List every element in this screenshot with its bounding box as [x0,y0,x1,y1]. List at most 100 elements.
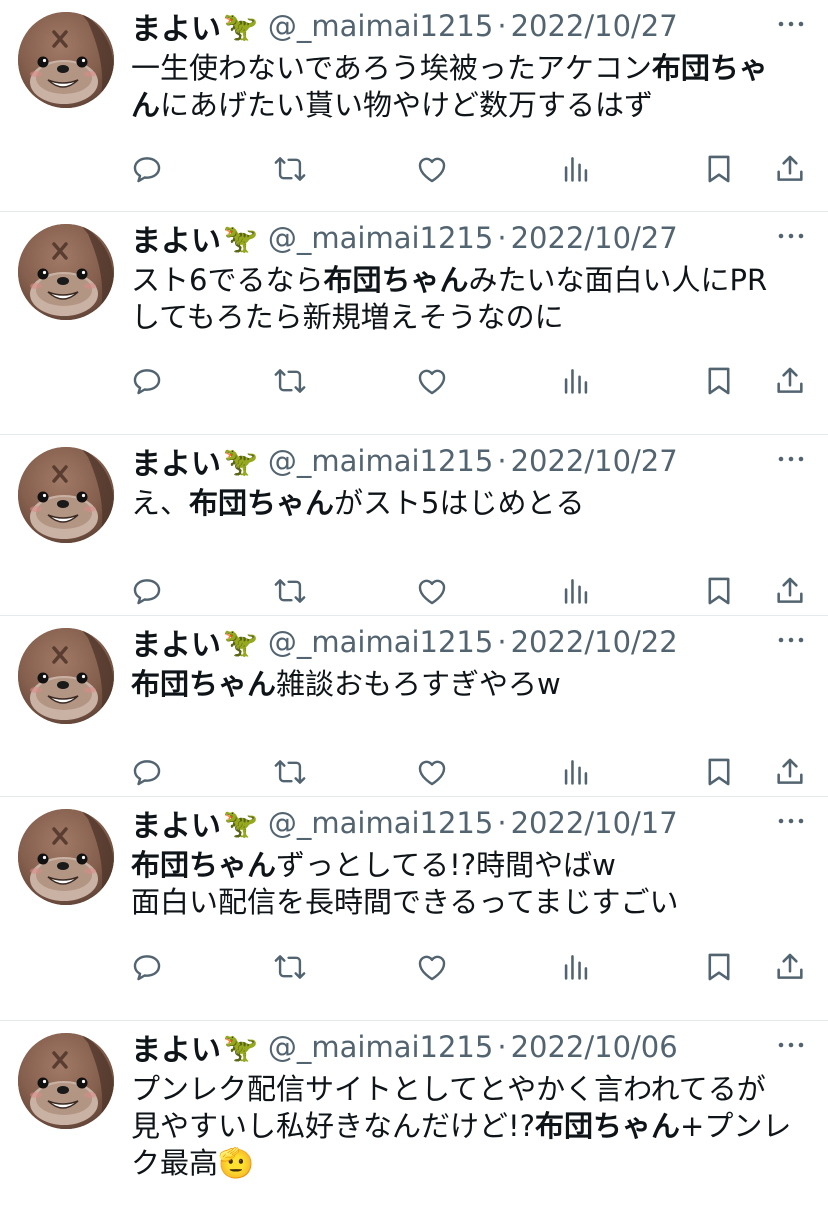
views-button[interactable] [556,361,596,401]
tweet[interactable]: まよい 🦖 @_maimai1215 · 2022/10/27 スト6でるなら布団ちゃんみ… [0,212,828,435]
text-segment: ク最高 [131,1146,219,1180]
tweet-date[interactable]: 2022/10/27 [511,221,678,255]
retweet-icon [273,950,307,984]
display-name[interactable]: まよい [131,620,221,664]
display-name[interactable]: まよい [131,439,221,483]
reply-button[interactable] [127,752,167,792]
avatar[interactable] [18,809,114,905]
tweet-text-line: 見やすいし私好きなんだけど!?布団ちゃん+プンレ [131,1108,800,1145]
text-segment: +プンレ [680,1109,792,1143]
tweet-date[interactable]: 2022/10/22 [511,625,678,659]
display-name[interactable]: まよい [131,216,221,260]
like-button[interactable] [412,149,452,189]
text-segment: 🫡 [218,1146,255,1180]
display-name[interactable]: まよい [131,4,221,48]
share-button[interactable] [770,361,810,401]
avatar[interactable] [18,447,114,543]
tweet-date[interactable]: 2022/10/27 [511,9,678,43]
user-handle[interactable]: @_maimai1215 [268,1030,493,1064]
bookmark-button[interactable] [699,571,739,611]
retweet-button[interactable] [270,947,310,987]
views-button[interactable] [556,752,596,792]
bookmark-button[interactable] [699,752,739,792]
separator-dot: · [497,625,507,659]
views-button[interactable] [556,571,596,611]
reply-button[interactable] [127,361,167,401]
reply-button[interactable] [127,571,167,611]
like-button[interactable] [412,361,452,401]
bookmark-button[interactable] [699,947,739,987]
text-segment: スト6でるなら [131,263,324,297]
avatar[interactable] [18,12,114,108]
tweet-date[interactable]: 2022/10/17 [511,806,678,840]
retweet-button[interactable] [270,752,310,792]
more-options-icon[interactable] [776,1035,806,1055]
user-handle[interactable]: @_maimai1215 [268,625,493,659]
tweet[interactable]: まよい 🦖 @_maimai1215 · 2022/10/27 え、布団ちゃんがスト5はじ… [0,435,828,616]
tweet-header: まよい 🦖 @_maimai1215 · 2022/10/22 [131,620,678,664]
share-icon [773,574,807,608]
reply-button[interactable] [127,947,167,987]
avatar[interactable] [18,628,114,724]
highlighted-keyword: 布団ちゃん [131,848,277,882]
separator-dot: · [497,221,507,255]
avatar[interactable] [18,224,114,320]
like-button[interactable] [412,947,452,987]
display-name[interactable]: まよい [131,1025,221,1069]
like-button[interactable] [412,571,452,611]
tweet-header: まよい 🦖 @_maimai1215 · 2022/10/27 [131,4,678,48]
share-button[interactable] [770,947,810,987]
share-icon [773,152,807,186]
separator-dot: · [497,806,507,840]
retweet-button[interactable] [270,361,310,401]
tweet-text: 布団ちゃん雑談おもろすぎやろw [131,666,800,703]
tweet-date[interactable]: 2022/10/06 [511,1030,678,1064]
tweet-header: まよい 🦖 @_maimai1215 · 2022/10/06 [131,1025,678,1069]
tweet[interactable]: まよい 🦖 @_maimai1215 · 2022/10/22 布団ちゃん雑談おもろすぎや… [0,616,828,797]
tweet-date[interactable]: 2022/10/27 [511,444,678,478]
user-handle[interactable]: @_maimai1215 [268,9,493,43]
like-button[interactable] [412,752,452,792]
share-button[interactable] [770,571,810,611]
retweet-button[interactable] [270,149,310,189]
views-icon [559,364,593,398]
timeline: まよい 🦖 @_maimai1215 · 2022/10/27 一生使わないであろう埃被っ… [0,0,828,1216]
like-icon [415,152,449,186]
views-button[interactable] [556,947,596,987]
tweet-text-line: スト6でるなら布団ちゃんみたいな面白い人にPR [131,262,800,299]
share-button[interactable] [770,149,810,189]
reply-icon [130,950,164,984]
tweet-header: まよい 🦖 @_maimai1215 · 2022/10/27 [131,216,678,260]
bookmark-button[interactable] [699,149,739,189]
more-options-icon[interactable] [776,14,806,34]
share-icon [773,950,807,984]
user-handle[interactable]: @_maimai1215 [268,806,493,840]
more-options-icon[interactable] [776,811,806,831]
avatar[interactable] [18,1033,114,1129]
reply-icon [130,755,164,789]
bookmark-button[interactable] [699,361,739,401]
views-button[interactable] [556,149,596,189]
reply-button[interactable] [127,149,167,189]
dinosaur-emoji: 🦖 [223,221,258,255]
like-icon [415,950,449,984]
reply-icon [130,574,164,608]
bookmark-icon [702,950,736,984]
highlighted-keyword: 布団ちゃん [131,667,277,701]
reply-icon [130,152,164,186]
user-handle[interactable]: @_maimai1215 [268,221,493,255]
views-icon [559,755,593,789]
retweet-button[interactable] [270,571,310,611]
user-handle[interactable]: @_maimai1215 [268,444,493,478]
more-options-icon[interactable] [776,226,806,246]
more-options-icon[interactable] [776,630,806,650]
tweet[interactable]: まよい 🦖 @_maimai1215 · 2022/10/27 一生使わないであろう埃被っ… [0,0,828,212]
like-icon [415,364,449,398]
tweet[interactable]: まよい 🦖 @_maimai1215 · 2022/10/06 プンレク配信サイトとしてと… [0,1021,828,1216]
share-button[interactable] [770,752,810,792]
dinosaur-emoji: 🦖 [223,625,258,659]
more-options-icon[interactable] [776,449,806,469]
display-name[interactable]: まよい [131,801,221,845]
separator-dot: · [497,1030,507,1064]
tweet[interactable]: まよい 🦖 @_maimai1215 · 2022/10/17 布団ちゃんずっとしてる!?… [0,797,828,1021]
